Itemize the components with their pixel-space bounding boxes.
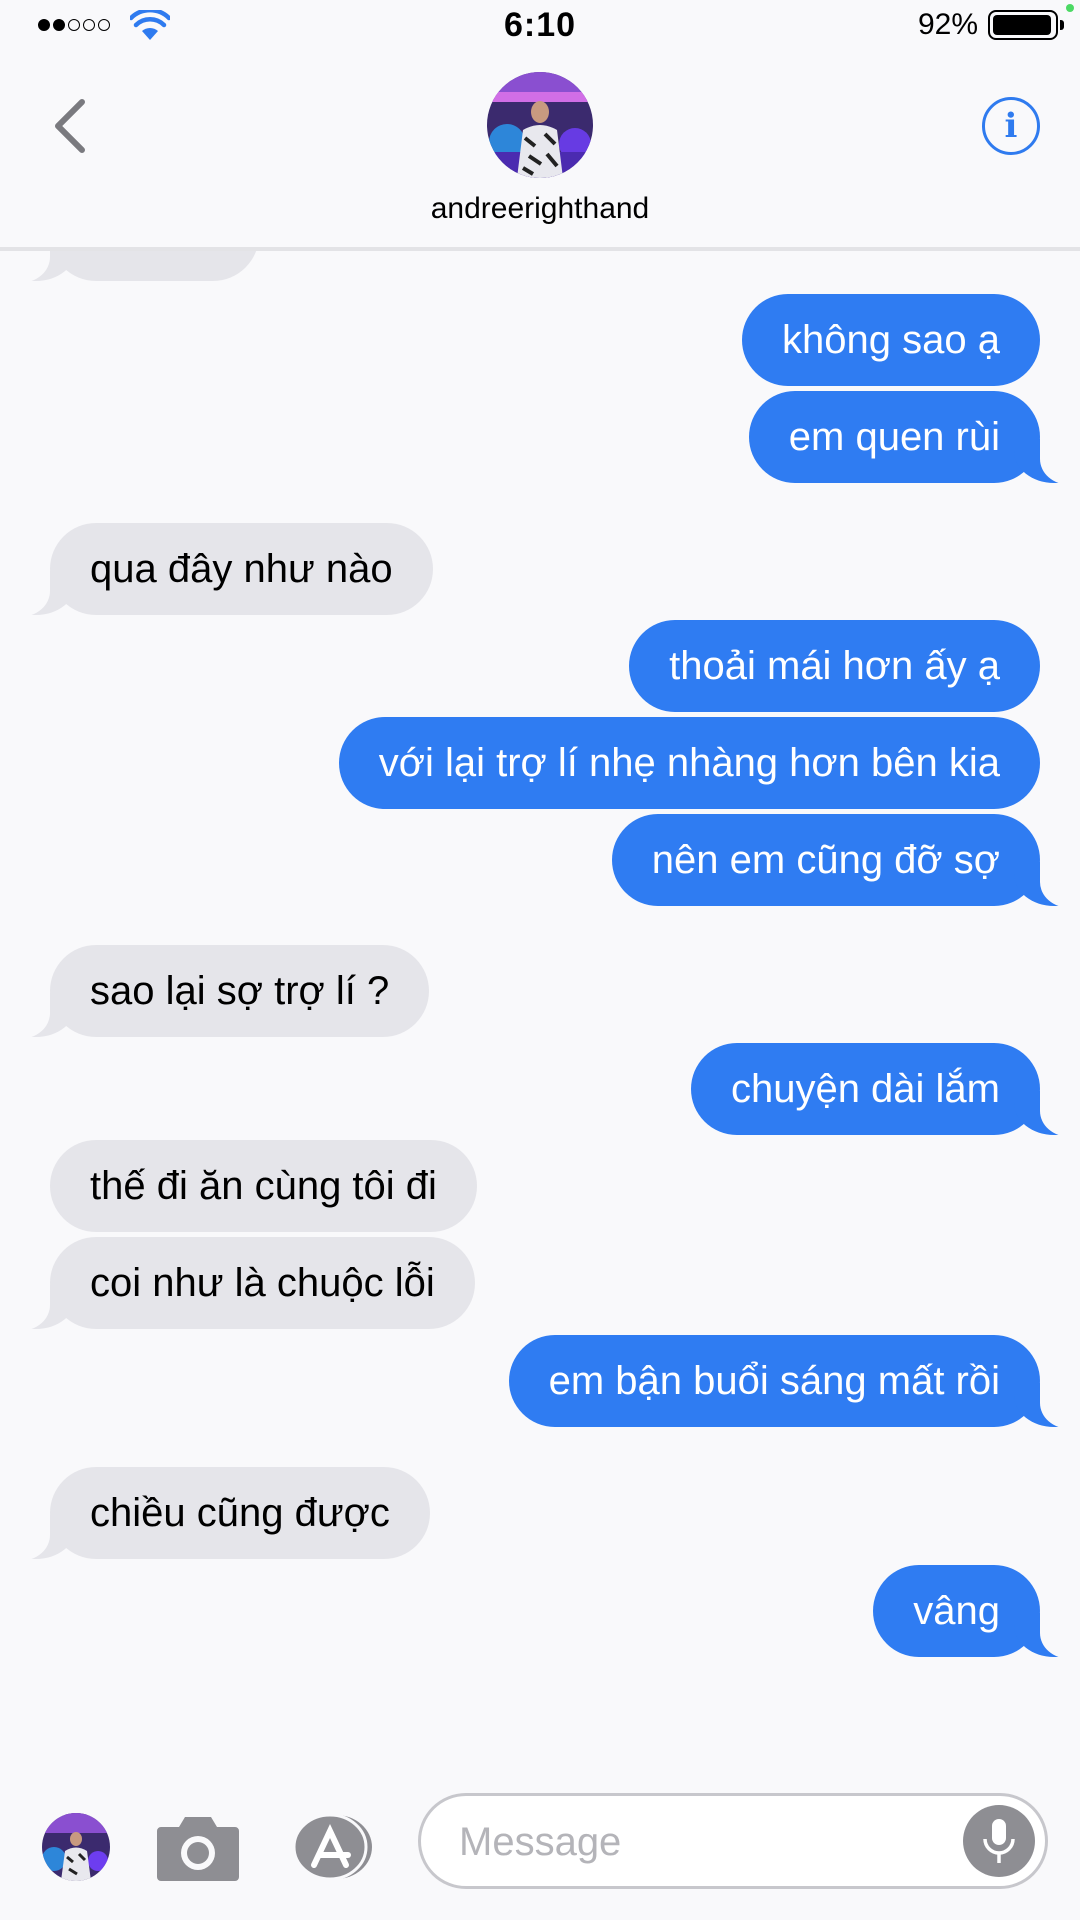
message-bubble-incoming[interactable]: qua đây như nào [10, 523, 433, 617]
message-field[interactable] [418, 1793, 1048, 1889]
message-bubble-outgoing[interactable]: thoải mái hơn ấy ạ [629, 620, 1040, 712]
contact-name[interactable]: andreerighthand [0, 192, 1080, 226]
camera-icon[interactable] [155, 1811, 241, 1883]
message-bubble-outgoing[interactable]: không sao ạ [742, 294, 1040, 386]
back-chevron-icon[interactable] [48, 96, 92, 156]
charging-indicator [1066, 4, 1074, 12]
message-bubble-incoming[interactable]: sao lại sợ trợ lí ? [9, 945, 430, 1039]
message-bubble-outgoing[interactable]: em bận buổi sáng mất rồi [508, 1335, 1080, 1429]
message-list[interactable]: khó nhỉ không sao ạ em quen rùi qua đây … [0, 247, 1080, 1777]
battery-percentage: 92% [917, 8, 978, 41]
message-bubble-outgoing[interactable]: với lại trợ lí nhẹ nhàng hơn bên kia [338, 717, 1040, 809]
compose-bar [0, 1777, 1080, 1920]
message-bubble-outgoing[interactable]: em quen rùi [748, 391, 1080, 485]
conversation-header: andreerighthand i [0, 52, 1080, 251]
message-bubble-incoming[interactable]: chiều cũng được [10, 1467, 430, 1561]
message-bubble-incoming[interactable]: coi như là chuộc lỗi [10, 1237, 475, 1331]
message-input[interactable] [457, 1796, 941, 1888]
message-bubble-incoming[interactable]: thế đi ăn cùng tôi đi [50, 1140, 477, 1232]
status-bar: 6:10 92% [0, 0, 1080, 52]
message-bubble-outgoing[interactable]: nên em cũng đỡ sợ [611, 814, 1080, 908]
contact-avatar[interactable] [487, 72, 593, 178]
info-icon[interactable]: i [982, 97, 1040, 155]
message-bubble-outgoing[interactable]: chuyện dài lắm [690, 1043, 1080, 1137]
message-bubble-outgoing[interactable]: vâng [873, 1565, 1080, 1659]
microphone-icon[interactable] [963, 1805, 1035, 1877]
memoji-avatar-button[interactable] [42, 1813, 110, 1881]
battery-icon [988, 10, 1064, 40]
app-store-icon[interactable] [290, 1813, 374, 1881]
